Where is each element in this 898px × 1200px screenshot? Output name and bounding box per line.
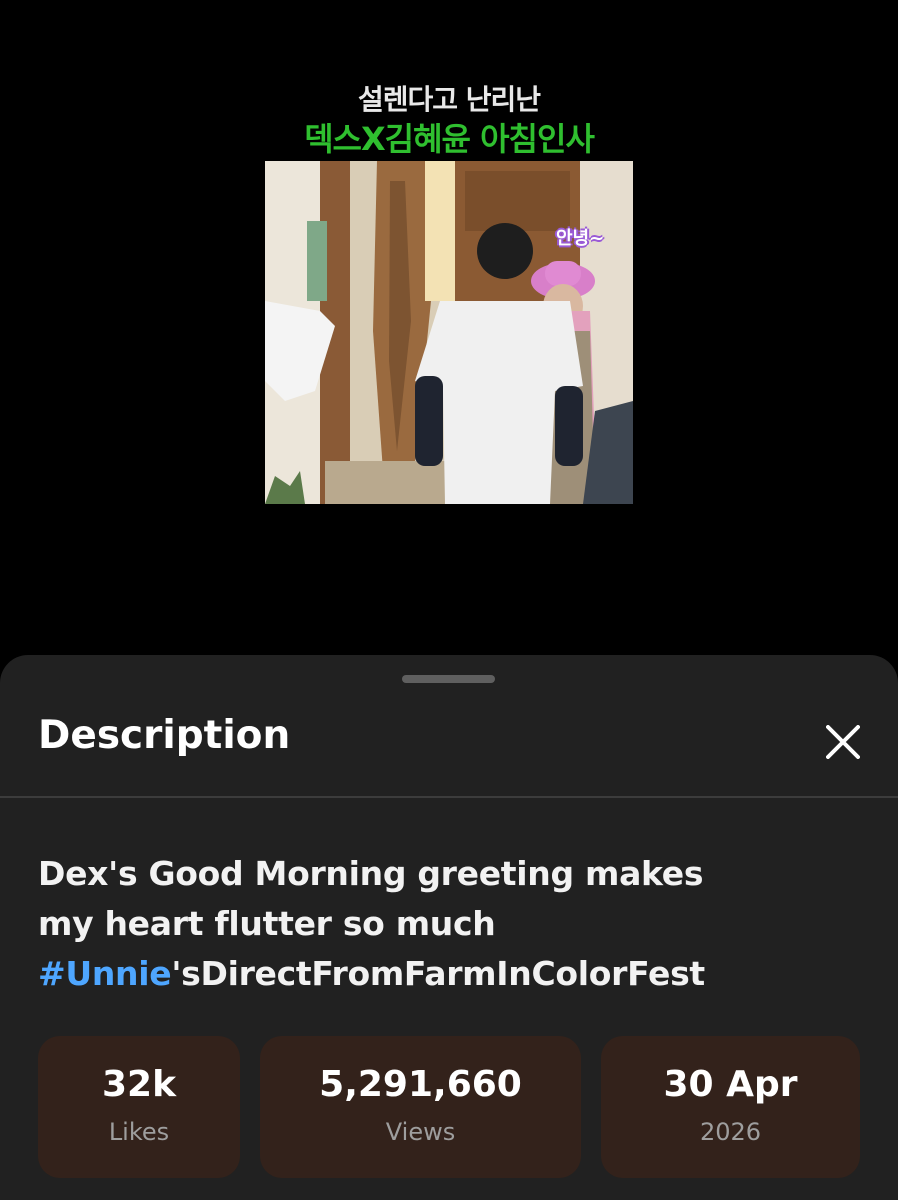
description-text: Dex's Good Morning greeting makes my hea…	[38, 854, 704, 943]
drag-handle[interactable]	[402, 675, 495, 683]
sheet-title: Description	[38, 713, 291, 758]
likes-stat: 32k Likes	[38, 1036, 240, 1178]
close-button[interactable]	[820, 719, 866, 765]
speech-bubble: 안녕~	[556, 228, 605, 249]
video-caption-line2: 덱스X김혜윤 아침인사	[304, 120, 595, 158]
description-sheet: Description Dex's Good Morning greeting …	[0, 655, 898, 1200]
divider	[0, 796, 898, 798]
likes-count: 32k	[101, 1064, 177, 1105]
date-stat: 30 Apr 2026	[601, 1036, 860, 1178]
video-player[interactable]: 설렌다고 난리난 덱스X김혜윤 아침인사 안녕~	[0, 0, 898, 655]
views-count: 5,291,660	[319, 1064, 522, 1105]
video-caption-line1: 설렌다고 난리난	[357, 83, 541, 116]
description-text-continued: 'sDirectFromFarmInColorFest	[171, 954, 705, 993]
video-description: Dex's Good Morning greeting makes my hea…	[38, 849, 738, 999]
hashtag-link[interactable]: #Unnie	[38, 954, 172, 993]
likes-label: Likes	[108, 1118, 170, 1146]
upload-date: 30 Apr	[663, 1064, 798, 1105]
close-icon	[826, 725, 860, 759]
upload-year: 2026	[699, 1118, 762, 1146]
views-stat: 5,291,660 Views	[260, 1036, 581, 1178]
views-label: Views	[385, 1118, 456, 1146]
video-frame	[265, 161, 633, 504]
